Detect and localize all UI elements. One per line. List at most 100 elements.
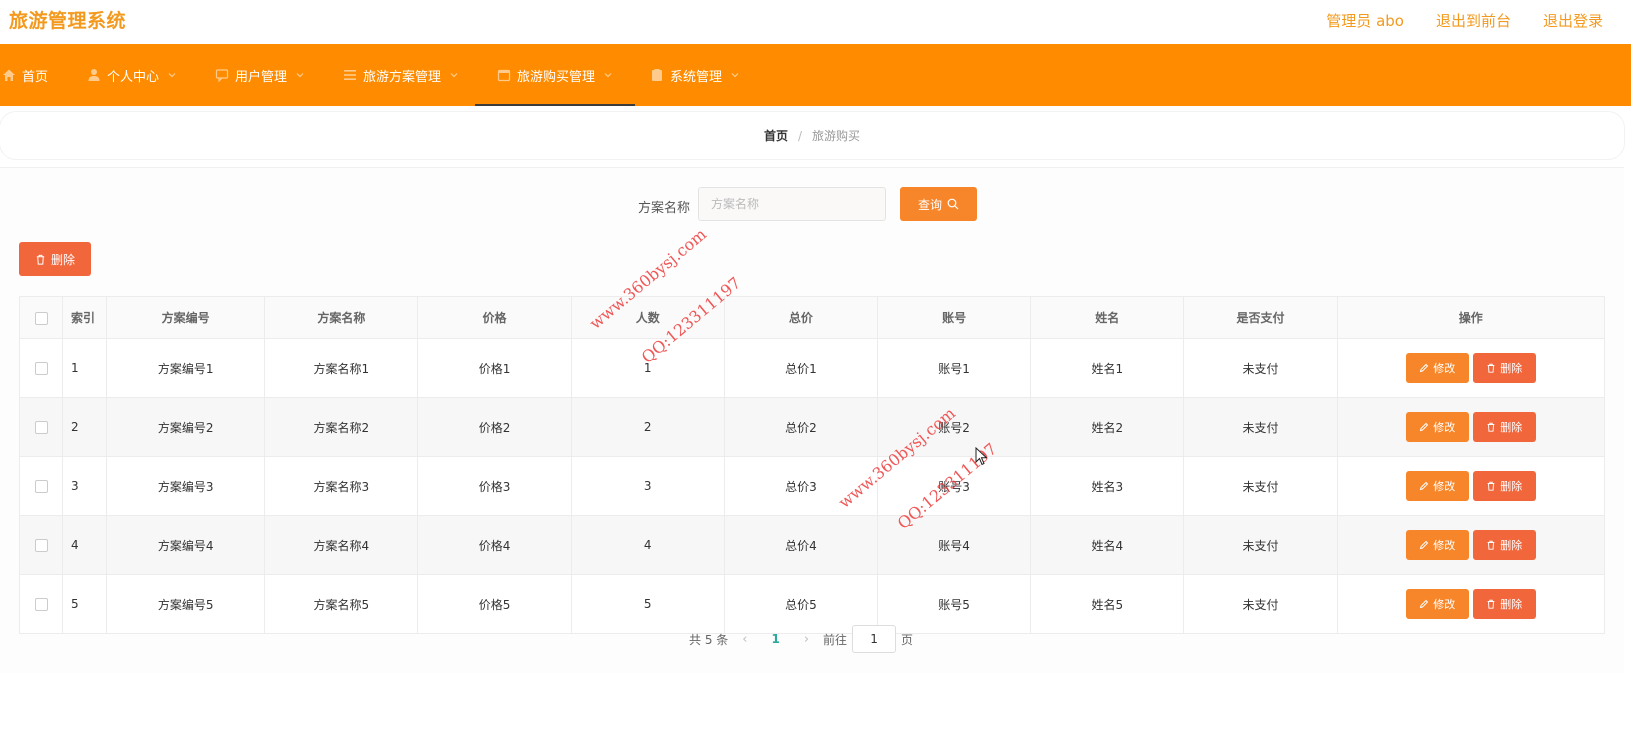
nav-item-travel-purchase[interactable]: 旅游购买管理 <box>474 44 636 106</box>
delete-button[interactable]: 删除 <box>1472 471 1536 501</box>
people-cell: 5 <box>570 574 725 634</box>
edit-button[interactable]: 修改 <box>1405 412 1469 442</box>
search-icon <box>947 198 959 210</box>
edit-button[interactable]: 修改 <box>1405 353 1469 383</box>
delete-label: 删除 <box>1500 421 1523 434</box>
delete-label: 删除 <box>1500 598 1523 611</box>
edit-icon <box>1420 422 1429 432</box>
table-row: 4 方案编号4 方案名称4 价格4 4 总价4 账号4 姓名4 未支付 修改 删除 <box>18 515 1606 575</box>
plan-name-cell: 方案名称5 <box>264 574 419 634</box>
people-cell: 3 <box>570 456 725 516</box>
goto-prefix: 前往 <box>823 632 848 647</box>
plan-name-cell: 方案名称2 <box>264 397 419 457</box>
column-header: 操作 <box>1336 296 1606 339</box>
search-label: 方案名称 <box>638 201 691 216</box>
nav-item-travel-plans[interactable]: 旅游方案管理 <box>343 44 459 106</box>
row-select-cell[interactable] <box>18 574 64 634</box>
chevron-down-icon <box>731 73 739 78</box>
edit-icon <box>1420 363 1429 373</box>
row-select-cell[interactable] <box>18 515 64 575</box>
chat-icon <box>215 69 229 82</box>
nav-label: 旅游方案管理 <box>363 69 442 85</box>
actions-cell: 修改 删除 <box>1336 515 1606 575</box>
chevron-down-icon <box>168 73 176 78</box>
breadcrumb-current: 旅游购买 <box>812 129 861 143</box>
admin-user-link[interactable]: 管理员 abo <box>1326 10 1404 31</box>
search-button[interactable]: 查询 <box>900 187 977 221</box>
nav-item-system[interactable]: 系统管理 <box>650 44 740 106</box>
plan-name-cell: 方案名称1 <box>264 338 419 398</box>
exit-to-frontend-link[interactable]: 退出到前台 <box>1436 10 1511 31</box>
bulk-delete-button[interactable]: 删除 <box>19 242 91 276</box>
edit-label: 修改 <box>1433 362 1456 375</box>
bulk-delete-label: 删除 <box>50 252 75 267</box>
actions-cell: 修改 删除 <box>1336 456 1606 516</box>
plan-code-cell: 方案编号3 <box>106 456 266 516</box>
table-row: 3 方案编号3 方案名称3 价格3 3 总价3 账号3 姓名3 未支付 修改 删除 <box>18 456 1606 516</box>
account-cell: 账号5 <box>877 574 1032 634</box>
total-cell: 总价2 <box>723 397 879 457</box>
column-header: 价格 <box>417 296 572 339</box>
breadcrumb-separator: / <box>797 128 803 143</box>
calendar-icon <box>497 69 511 82</box>
edit-button[interactable]: 修改 <box>1405 530 1469 560</box>
row-select-cell[interactable] <box>18 397 64 457</box>
nav-item-home[interactable]: 首页 <box>2 44 48 106</box>
people-cell: 2 <box>570 397 725 457</box>
delete-button[interactable]: 删除 <box>1472 353 1536 383</box>
search-input[interactable] <box>698 187 886 221</box>
row-checkbox[interactable] <box>34 480 48 493</box>
paid-status-cell: 未支付 <box>1183 574 1338 634</box>
row-select-cell[interactable] <box>18 338 64 398</box>
index-cell: 2 <box>62 397 108 457</box>
top-header: 旅游管理系统 管理员 abo 退出到前台 退出登录 <box>0 0 1631 45</box>
edit-button[interactable]: 修改 <box>1405 589 1469 619</box>
column-header: 方案编号 <box>106 296 266 339</box>
delete-button[interactable]: 删除 <box>1472 412 1536 442</box>
name-cell: 姓名5 <box>1030 574 1185 634</box>
row-checkbox[interactable] <box>34 598 48 611</box>
edit-button[interactable]: 修改 <box>1405 471 1469 501</box>
plan-name-cell: 方案名称4 <box>264 515 419 575</box>
edit-label: 修改 <box>1433 598 1456 611</box>
actions-cell: 修改 删除 <box>1336 574 1606 634</box>
select-all-checkbox[interactable] <box>34 311 48 325</box>
trash-icon <box>36 254 45 265</box>
row-checkbox[interactable] <box>34 362 48 375</box>
row-checkbox[interactable] <box>34 421 48 434</box>
delete-button[interactable]: 删除 <box>1472 589 1536 619</box>
nav-label: 首页 <box>22 69 49 85</box>
row-select-cell[interactable] <box>18 456 64 516</box>
paid-status-cell: 未支付 <box>1183 338 1338 398</box>
select-all-cell[interactable] <box>18 296 64 339</box>
next-page-icon[interactable]: › <box>804 632 809 647</box>
account-cell: 账号1 <box>877 338 1032 398</box>
page-number-1[interactable]: 1 <box>771 632 779 646</box>
nav-label: 个人中心 <box>107 69 160 85</box>
column-header: 是否支付 <box>1183 296 1338 339</box>
app-title: 旅游管理系统 <box>9 10 127 32</box>
column-header: 姓名 <box>1030 296 1185 339</box>
plan-name-cell: 方案名称3 <box>264 456 419 516</box>
delete-label: 删除 <box>1500 362 1523 375</box>
price-cell: 价格3 <box>417 456 572 516</box>
breadcrumb-home[interactable]: 首页 <box>764 127 788 144</box>
index-cell: 5 <box>62 574 108 634</box>
nav-item-users[interactable]: 用户管理 <box>215 44 305 106</box>
paid-status-cell: 未支付 <box>1183 456 1338 516</box>
chevron-down-icon <box>296 73 304 78</box>
price-cell: 价格2 <box>417 397 572 457</box>
delete-button[interactable]: 删除 <box>1472 530 1536 560</box>
column-header: 总价 <box>723 296 879 339</box>
goto-page-input[interactable] <box>852 625 897 653</box>
paid-status-cell: 未支付 <box>1183 397 1338 457</box>
trash-icon <box>1487 599 1495 609</box>
paid-status-cell: 未支付 <box>1183 515 1338 575</box>
prev-page-icon[interactable]: ‹ <box>742 632 747 647</box>
clipboard-icon <box>652 69 662 81</box>
logout-link[interactable]: 退出登录 <box>1543 10 1603 31</box>
nav-item-profile[interactable]: 个人中心 <box>87 44 177 106</box>
list-icon <box>344 70 356 80</box>
row-checkbox[interactable] <box>34 539 48 552</box>
table-row: 5 方案编号5 方案名称5 价格5 5 总价5 账号5 姓名5 未支付 修改 删除 <box>18 574 1606 634</box>
